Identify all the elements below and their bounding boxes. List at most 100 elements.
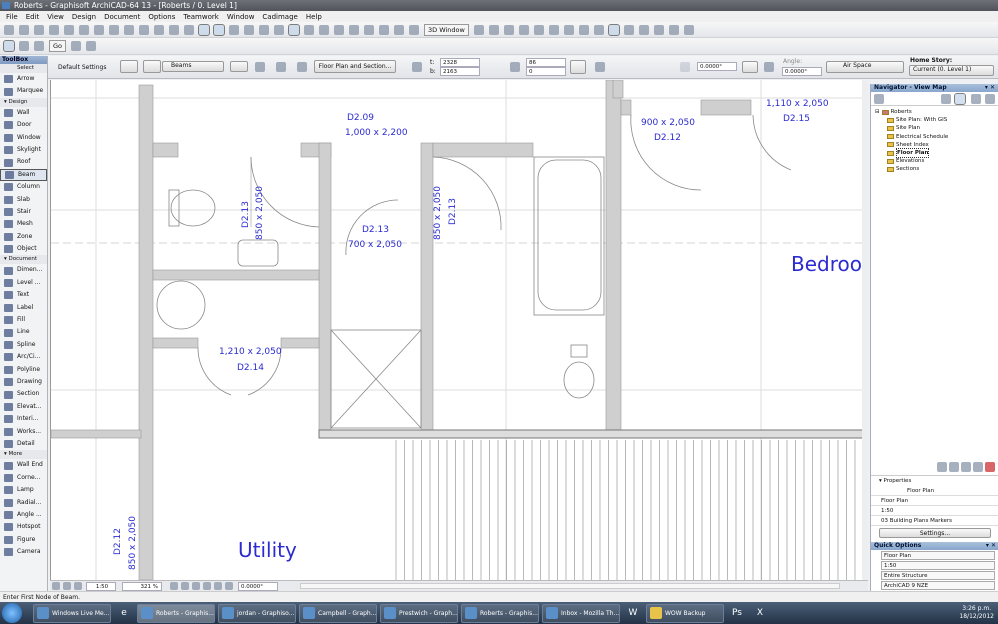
tool-angle[interactable]: Angle ... <box>0 509 47 521</box>
tool-arrow[interactable]: Arrow <box>0 73 47 85</box>
offset-field[interactable]: 0 <box>526 67 566 76</box>
render-icon[interactable] <box>578 24 589 35</box>
grid-icon[interactable] <box>229 24 239 35</box>
tool-roof[interactable]: Roof <box>0 156 47 168</box>
3d-view-icon[interactable] <box>19 41 29 51</box>
menu-cadimage[interactable]: Cadimage <box>262 13 297 21</box>
photoshop-icon[interactable]: Ps <box>727 604 747 623</box>
properties-header[interactable]: ▾ Properties <box>871 476 998 486</box>
quick-option-scale[interactable]: 1:50 <box>881 561 995 570</box>
delete-icon[interactable] <box>985 462 995 472</box>
angle-field[interactable]: 0.0000° <box>782 67 822 76</box>
new-folder-icon[interactable] <box>961 462 971 472</box>
scale-field[interactable]: 1:50 <box>86 582 116 591</box>
menu-help[interactable]: Help <box>306 13 322 21</box>
tool-slab[interactable]: Slab <box>0 194 47 206</box>
orientation-field[interactable]: 0.0000° <box>238 582 278 591</box>
menu-teamwork[interactable]: Teamwork <box>183 13 218 21</box>
open-icon[interactable] <box>19 24 29 35</box>
tool-object[interactable]: Object <box>0 243 47 255</box>
floor-plan-section-button[interactable]: Floor Plan and Section... <box>314 60 396 73</box>
zoom-out-icon[interactable] <box>192 582 200 590</box>
project-map-icon[interactable] <box>874 94 884 104</box>
tool-marquee[interactable]: Marquee <box>0 85 47 97</box>
new-icon[interactable] <box>4 24 14 35</box>
geometry-straight-icon[interactable] <box>230 61 248 72</box>
zoom-in-icon[interactable] <box>181 582 189 590</box>
fit-window-icon[interactable] <box>214 582 222 590</box>
walk-person-icon[interactable] <box>86 41 97 51</box>
sun-icon[interactable] <box>593 24 604 35</box>
more-section[interactable]: ▾ More <box>0 450 47 460</box>
geometry-rotated-icon[interactable] <box>297 62 307 72</box>
split-icon[interactable] <box>334 24 344 35</box>
rename-icon[interactable] <box>973 462 983 472</box>
house-icon[interactable] <box>941 94 951 104</box>
orbit-icon[interactable] <box>71 41 82 51</box>
view-map-item[interactable]: Electrical Schedule <box>875 133 998 141</box>
go-button[interactable]: Go <box>49 40 67 52</box>
home-story-select[interactable]: Current (0. Level 1) <box>909 65 994 76</box>
tool-column[interactable]: Column <box>0 181 47 193</box>
view-map-item[interactable]: Sections <box>875 165 998 173</box>
quick-option-structure[interactable]: Entire Structure <box>881 571 995 580</box>
menu-design[interactable]: Design <box>72 13 96 21</box>
display-icon[interactable] <box>74 582 82 590</box>
fill-icon[interactable] <box>274 24 284 35</box>
layer-select[interactable]: Beams <box>162 61 224 72</box>
tool-beam[interactable]: Beam <box>0 168 47 182</box>
calc-icon[interactable] <box>638 24 649 35</box>
layout-book-icon[interactable] <box>971 94 981 104</box>
floor-plan-view-icon[interactable] <box>3 40 15 52</box>
print-icon[interactable] <box>49 24 59 35</box>
table-icon[interactable] <box>304 24 314 35</box>
geometry-step-icon[interactable] <box>255 62 265 72</box>
tool-corne[interactable]: Corne... <box>0 472 47 484</box>
word-icon[interactable]: W <box>623 604 643 623</box>
menu-window[interactable]: Window <box>227 13 255 21</box>
snap-guides-icon[interactable] <box>198 23 210 36</box>
trace-icon[interactable] <box>288 23 300 36</box>
view-map-item[interactable]: Sheet Index <box>875 141 998 149</box>
geometry-rect-icon[interactable] <box>276 62 286 72</box>
undo-icon[interactable] <box>109 24 119 35</box>
clone-icon[interactable] <box>949 462 959 472</box>
layers-icon[interactable] <box>244 24 254 35</box>
tool-stair[interactable]: Stair <box>0 206 47 218</box>
tool-dimen[interactable]: Dimen... <box>0 264 47 276</box>
task-archicad-roberts[interactable]: Roberts - Graphis... <box>137 603 215 623</box>
beam-settings-icon[interactable] <box>120 60 138 73</box>
layer-icon[interactable] <box>143 60 161 73</box>
tool-door[interactable]: Door <box>0 119 47 131</box>
rotate-icon[interactable] <box>473 24 484 35</box>
copy-icon[interactable] <box>79 24 89 35</box>
tool-text[interactable]: Text <box>0 289 47 301</box>
clock[interactable]: 3:26 p.m. 18/12/2012 <box>959 605 994 621</box>
intersect-icon[interactable] <box>364 24 374 35</box>
top-height-field[interactable]: 2328 <box>440 58 480 67</box>
new-view-icon[interactable] <box>937 462 947 472</box>
design-section[interactable]: ▾ Design <box>0 97 47 107</box>
tool-zone[interactable]: Zone <box>0 231 47 243</box>
beam-curved-icon[interactable] <box>764 62 774 72</box>
list-icon[interactable] <box>653 24 664 35</box>
nav-first-icon[interactable] <box>518 24 529 35</box>
tool-spline[interactable]: Spline <box>0 339 47 351</box>
quick-option-pen-set[interactable]: ArchiCAD 9 NZE <box>881 581 995 590</box>
tree-root[interactable]: ⊟ Roberts <box>875 108 998 116</box>
tool-section[interactable]: Section <box>0 388 47 400</box>
group-icon[interactable] <box>394 24 404 35</box>
pan-icon[interactable] <box>203 582 211 590</box>
start-button[interactable] <box>2 603 22 623</box>
pen-set-icon[interactable] <box>259 24 269 35</box>
section-view-icon[interactable] <box>34 41 44 51</box>
anchor-icon[interactable] <box>570 60 586 74</box>
view-map-item[interactable]: Site Plan: With GIS <box>875 116 998 124</box>
view-icon[interactable] <box>63 582 71 590</box>
material-select[interactable]: Air Space <box>826 61 904 73</box>
walk-icon[interactable] <box>488 24 499 35</box>
save-icon[interactable] <box>34 24 44 35</box>
vertical-scrollbar[interactable] <box>862 80 868 580</box>
width-field[interactable]: 86 <box>526 58 566 67</box>
tool-skylight[interactable]: Skylight <box>0 144 47 156</box>
